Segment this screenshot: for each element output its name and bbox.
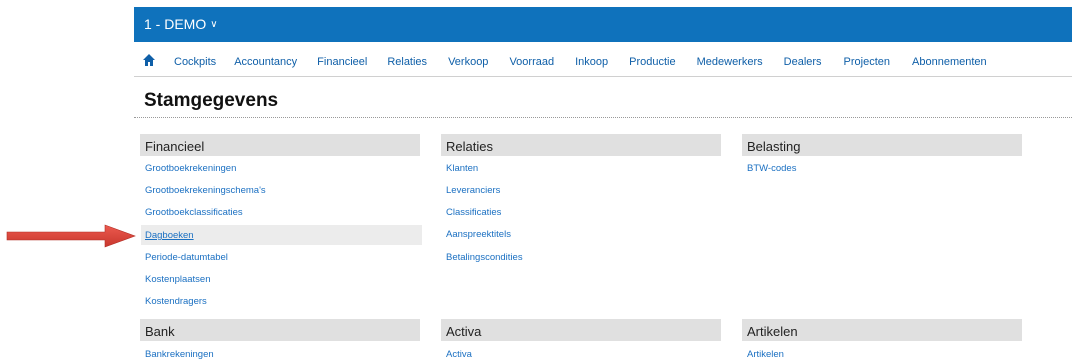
main-nav: Cockpits Accountancy Financieel Relaties…: [134, 47, 1072, 77]
link-kostendragers[interactable]: Kostendragers: [145, 296, 207, 307]
link-klanten[interactable]: Klanten: [446, 163, 478, 174]
page-title: Stamgegevens: [144, 90, 279, 111]
chevron-down-icon: ∨: [210, 19, 218, 30]
section-header-artikelen: Artikelen: [742, 319, 1022, 341]
nav-projecten[interactable]: Projecten: [844, 56, 890, 68]
company-selector[interactable]: 1 - DEMO ∨: [144, 16, 218, 32]
company-name: 1 - DEMO: [144, 16, 207, 32]
section-header-belasting: Belasting: [742, 134, 1022, 156]
link-dagboeken[interactable]: Dagboeken: [141, 225, 422, 245]
red-arrow-icon: [6, 224, 136, 248]
link-activa[interactable]: Activa: [446, 349, 472, 360]
top-bar: 1 - DEMO ∨: [134, 7, 1072, 42]
link-kostenplaatsen[interactable]: Kostenplaatsen: [145, 274, 211, 285]
nav-verkoop[interactable]: Verkoop: [448, 56, 488, 68]
link-artikelen[interactable]: Artikelen: [747, 349, 784, 360]
link-grootboekrekeningen[interactable]: Grootboekrekeningen: [145, 163, 236, 174]
link-leveranciers[interactable]: Leveranciers: [446, 185, 500, 196]
nav-dealers[interactable]: Dealers: [784, 56, 822, 68]
title-divider: [134, 117, 1072, 118]
section-header-bank: Bank: [140, 319, 420, 341]
section-header-financieel: Financieel: [140, 134, 420, 156]
link-bankrekeningen[interactable]: Bankrekeningen: [145, 349, 214, 360]
nav-abonnementen[interactable]: Abonnementen: [912, 56, 987, 68]
link-grootboekclassificaties[interactable]: Grootboekclassificaties: [145, 207, 243, 218]
section-header-activa: Activa: [441, 319, 721, 341]
nav-productie[interactable]: Productie: [629, 56, 675, 68]
nav-inkoop[interactable]: Inkoop: [575, 56, 608, 68]
nav-medewerkers[interactable]: Medewerkers: [697, 56, 763, 68]
link-aanspreektitels[interactable]: Aanspreektitels: [446, 229, 511, 240]
nav-cockpits[interactable]: Cockpits: [174, 56, 216, 68]
link-grootboekrekeningschemas[interactable]: Grootboekrekeningschema's: [145, 185, 266, 196]
link-periode-datumtabel[interactable]: Periode-datumtabel: [145, 252, 228, 263]
section-header-relaties: Relaties: [441, 134, 721, 156]
nav-voorraad[interactable]: Voorraad: [509, 56, 554, 68]
nav-relaties[interactable]: Relaties: [387, 56, 427, 68]
nav-accountancy[interactable]: Accountancy: [234, 56, 297, 68]
link-classificaties[interactable]: Classificaties: [446, 207, 501, 218]
link-betalingscondities[interactable]: Betalingscondities: [446, 252, 523, 263]
link-btw-codes[interactable]: BTW-codes: [747, 163, 796, 174]
nav-financieel[interactable]: Financieel: [317, 56, 367, 68]
home-icon[interactable]: [142, 53, 156, 67]
